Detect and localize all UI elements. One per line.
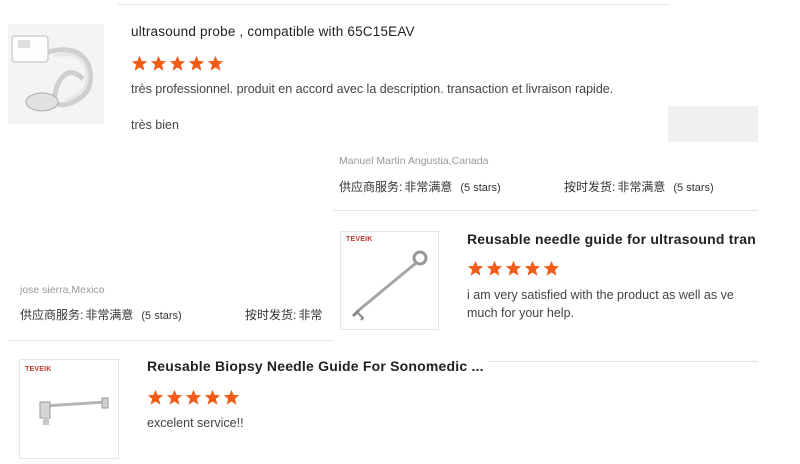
delivery-count: (5 stars) (673, 182, 714, 194)
star-icon (505, 260, 522, 276)
delivery-value: 非常满意 (617, 180, 666, 194)
review3-star-rating (147, 389, 240, 406)
needle-guide-icon (351, 250, 428, 321)
star-icon (223, 389, 240, 405)
star-icon (188, 55, 205, 71)
supplier-service-value: 非常满意 (85, 308, 134, 322)
review1-supplier-service: 供应商服务: 非常满意 (5 stars) (20, 306, 182, 323)
divider (8, 340, 333, 341)
star-icon (169, 55, 186, 71)
review2-on-time-delivery: 按时发货: 非常满意 (5 stars) (564, 178, 714, 195)
review2-reviewer: Manuel Martin Angustia,Canada (339, 155, 489, 167)
supplier-service-count: (5 stars) (460, 182, 501, 194)
review2-product-title[interactable]: Reusable needle guide for ultrasound tra… (467, 231, 758, 247)
product-thumbnail-biopsy-guide[interactable]: TEVEIK (19, 359, 119, 459)
review2-comment-line2: much for your help. (467, 306, 574, 320)
divider-top (118, 4, 668, 5)
review1-followup: très bien (131, 118, 179, 132)
star-icon (185, 389, 202, 405)
star-icon (524, 260, 541, 276)
review2-supplier-service: 供应商服务: 非常满意 (5 stars) (339, 178, 501, 195)
star-icon (166, 389, 183, 405)
delivery-label: 按时发货: (245, 308, 297, 322)
supplier-service-value: 非常满意 (404, 180, 453, 194)
star-icon (131, 55, 148, 71)
supplier-service-count: (5 stars) (141, 310, 182, 322)
supplier-service-label: 供应商服务: (339, 180, 403, 194)
review1-comment: très professionnel. produit en accord av… (131, 82, 614, 96)
review1-star-rating (131, 55, 224, 72)
star-icon (207, 55, 224, 71)
star-icon (467, 260, 484, 276)
review3-comment: excelent service!! (147, 416, 244, 430)
star-icon (486, 260, 503, 276)
review1-product-title[interactable]: ultrasound probe , compatible with 65C15… (131, 24, 531, 39)
divider (333, 210, 758, 211)
ultrasound-probe-icon (8, 24, 104, 124)
product-thumbnail-needle-guide[interactable]: TEVEIK (340, 231, 439, 330)
review1-reviewer: jose sierra,Mexico (20, 284, 105, 296)
star-icon (147, 389, 164, 405)
delivery-value: 非常 (298, 308, 323, 322)
biopsy-needle-guide-icon (39, 397, 109, 425)
review2-star-rating (467, 260, 560, 277)
review3-product-title[interactable]: Reusable Biopsy Needle Guide For Sonomed… (147, 358, 487, 374)
review2-comment-line1: i am very satisfied with the product as … (467, 288, 734, 302)
star-icon (150, 55, 167, 71)
review2-panel: Manuel Martin Angustia,Canada 供应商服务: 非常满… (333, 143, 758, 360)
star-icon (543, 260, 560, 276)
supplier-service-label: 供应商服务: (20, 308, 84, 322)
review1-on-time-delivery: 按时发货: 非常 (245, 306, 333, 323)
image-placeholder (668, 106, 758, 142)
divider (488, 361, 758, 362)
delivery-label: 按时发货: (564, 180, 616, 194)
star-icon (204, 389, 221, 405)
product-thumbnail-probe[interactable] (8, 24, 104, 124)
